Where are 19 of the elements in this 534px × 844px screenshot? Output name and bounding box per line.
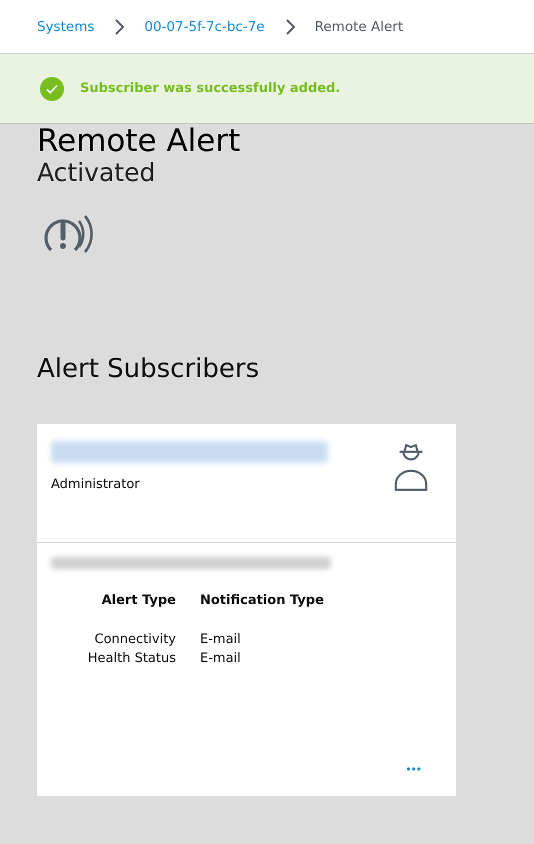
chevron-icon — [114, 18, 124, 34]
section-title: Alert Subscribers — [37, 354, 260, 384]
more-button[interactable]: ••• — [406, 762, 422, 776]
check-circle-icon — [40, 76, 64, 100]
breadcrumb-link[interactable]: 00-07-5f-7c-bc-7e — [144, 18, 265, 34]
chevron-icon — [284, 18, 295, 34]
table-cell-text: E-mail — [200, 631, 242, 649]
column-header: Alert Type — [100, 593, 176, 608]
status-text: Activated — [37, 158, 156, 188]
table-cell-text: Health Status — [86, 650, 176, 668]
table-cell-text: Connectivity — [94, 631, 176, 649]
page-title: Remote Alert — [37, 124, 242, 158]
breadcrumb-current: Remote Alert — [314, 18, 404, 34]
banner-message: Subscriber was successfully added. — [80, 81, 340, 96]
table-cell-text: E-mail — [200, 650, 242, 668]
breadcrumb-link[interactable]: Systems — [37, 18, 94, 34]
subscriber-role: Administrator — [51, 477, 141, 492]
column-header: Notification Type — [200, 593, 325, 608]
person-with-hat-icon — [392, 442, 430, 492]
